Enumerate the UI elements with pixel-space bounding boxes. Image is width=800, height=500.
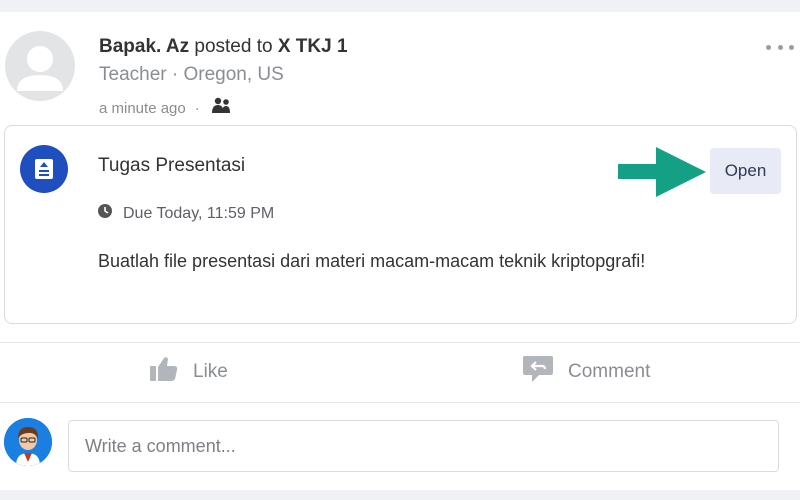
comment-icon xyxy=(522,354,554,390)
post-header: Bapak. Az posted to X TKJ 1 xyxy=(99,36,348,58)
assignment-icon xyxy=(20,145,68,193)
clock-icon xyxy=(97,203,113,224)
open-button[interactable]: Open xyxy=(710,148,781,194)
due-date: Due Today, 11:59 PM xyxy=(97,203,274,224)
meta-separator: · xyxy=(194,99,200,117)
like-label: Like xyxy=(193,361,228,382)
author-name[interactable]: Bapak. Az xyxy=(99,36,189,57)
posted-to-text: posted to xyxy=(194,36,273,57)
thumbs-up-icon xyxy=(149,355,179,389)
like-button[interactable]: Like xyxy=(149,356,228,388)
assignment-description: Buatlah file presentasi dari materi maca… xyxy=(98,251,646,271)
post-time: a minute ago xyxy=(99,99,186,117)
current-user-avatar[interactable] xyxy=(4,418,52,466)
divider xyxy=(0,402,800,403)
author-avatar[interactable] xyxy=(5,31,75,101)
more-options-icon[interactable] xyxy=(766,38,794,56)
post-meta: a minute ago · xyxy=(99,96,233,120)
comment-label: Comment xyxy=(568,361,651,382)
due-text: Due Today, 11:59 PM xyxy=(123,204,275,222)
assignment-title[interactable]: Tugas Presentasi xyxy=(98,155,245,177)
class-name[interactable]: X TKJ 1 xyxy=(278,36,348,57)
dot xyxy=(766,44,771,50)
author-role-location: Teacher · Oregon, US xyxy=(99,64,284,85)
divider xyxy=(0,342,800,343)
dot xyxy=(789,44,794,50)
comment-button[interactable]: Comment xyxy=(522,356,650,388)
dot xyxy=(777,44,783,50)
comment-input[interactable] xyxy=(68,420,779,472)
arrow-right-icon xyxy=(618,147,708,202)
audience-icon xyxy=(209,96,233,120)
